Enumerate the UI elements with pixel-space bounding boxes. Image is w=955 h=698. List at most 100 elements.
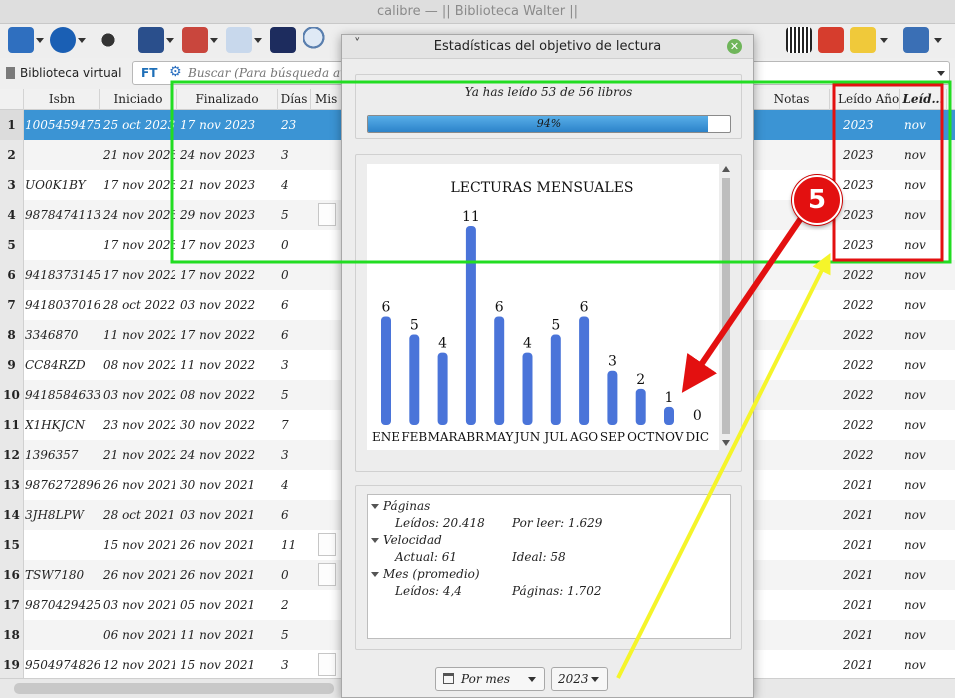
cell-leido-mes: nov — [904, 238, 926, 252]
header-leido-anio[interactable]: Leído Año — [838, 89, 900, 110]
cell-finalizado: 11 nov 2021 — [180, 628, 256, 642]
cell-finalizado: 03 nov 2022 — [180, 298, 256, 312]
cell-dias: 3 — [281, 148, 289, 162]
cell-dias: 6 — [281, 508, 289, 522]
tree-row: Actual: 61 Ideal: 58 — [395, 550, 566, 564]
info-icon[interactable] — [50, 27, 76, 53]
cell-finalizado: 24 nov 2023 — [180, 148, 256, 162]
gear-icon[interactable]: ⚙ — [169, 64, 182, 80]
chevron-down-icon[interactable] — [36, 38, 44, 43]
chevron-down-icon[interactable] — [528, 677, 536, 682]
search-icon[interactable] — [303, 27, 329, 53]
chart-bar-abr — [465, 226, 476, 425]
goodreads-icon[interactable] — [818, 27, 844, 53]
chevron-down-icon[interactable] — [880, 38, 888, 43]
chart-category-label: JUN — [513, 430, 540, 444]
cell-finalizado: 29 nov 2023 — [180, 208, 256, 222]
barcode-icon[interactable] — [786, 27, 812, 53]
cell-iniciado: 26 nov 2021 — [103, 478, 175, 492]
chevron-down-icon[interactable] — [166, 38, 174, 43]
header-notas[interactable]: Notas — [754, 89, 830, 110]
dialog-controls: Por mes 2023 — [342, 665, 753, 693]
header-leido-mes[interactable]: Leíd… — [900, 89, 947, 110]
cell-iniciado: 17 nov 2022 — [103, 268, 175, 282]
convert-icon[interactable] — [95, 27, 121, 53]
chart-category-label: AGO — [569, 430, 598, 444]
cell-isbn — [25, 620, 100, 650]
preview-icon[interactable] — [226, 27, 252, 53]
header-isbn[interactable]: Isbn — [25, 89, 100, 110]
edit-metadata-icon[interactable] — [270, 27, 296, 53]
cell-iniciado: 24 nov 2023 — [103, 208, 175, 222]
chart-scrollbar[interactable] — [720, 164, 732, 450]
view-icon[interactable] — [138, 27, 164, 53]
cell-finalizado: 05 nov 2021 — [180, 598, 256, 612]
expand-triangle-icon[interactable] — [371, 538, 379, 543]
tree-node-paginas[interactable]: Páginas — [368, 498, 728, 515]
tree-node-mes[interactable]: Mes (promedio) — [368, 566, 728, 583]
tree-node-velocidad[interactable]: Velocidad — [368, 532, 728, 549]
chevron-down-icon[interactable] — [937, 71, 945, 76]
remove-icon[interactable] — [182, 27, 208, 53]
cell-dias: 3 — [281, 448, 289, 462]
scrollbar-thumb[interactable] — [14, 683, 334, 694]
chart-category-label: MAR — [428, 430, 459, 444]
cell-finalizado: 30 nov 2022 — [180, 418, 256, 432]
cell-leido-anio: 2022 — [843, 268, 874, 282]
expand-triangle-icon[interactable] — [371, 504, 379, 509]
row-number: 5 — [0, 230, 24, 260]
cell-finalizado: 26 nov 2021 — [180, 568, 256, 582]
virtual-library-button[interactable]: Biblioteca virtual — [6, 66, 121, 80]
cell-finalizado: 17 nov 2023 — [180, 238, 256, 252]
cell-iniciado: 28 oct 2022 — [103, 298, 175, 312]
cell-isbn: UO0K1BY — [25, 178, 86, 192]
cell-isbn: 1005459475 — [25, 118, 100, 132]
cell-dias: 5 — [281, 388, 289, 402]
reading-goal-dialog: ˅ Estadísticas del objetivo de lectura ✕… — [341, 34, 754, 698]
header-dias[interactable]: Días — [278, 89, 311, 110]
chart-value-label: 3 — [608, 354, 617, 370]
year-combo[interactable]: 2023 — [551, 667, 608, 691]
cell-leido-mes: nov — [904, 268, 926, 282]
cell-isbn: 9418584633 — [25, 388, 100, 402]
cell-leido-mes: nov — [904, 388, 926, 402]
chevron-down-icon[interactable] — [210, 38, 218, 43]
close-icon[interactable]: ✕ — [727, 39, 742, 54]
header-iniciado[interactable]: Iniciado — [100, 89, 177, 110]
expand-triangle-icon[interactable] — [371, 572, 379, 577]
chart-category-label: SEP — [600, 430, 625, 444]
scroll-up-icon[interactable] — [722, 166, 730, 172]
cell-leido-anio: 2022 — [843, 328, 874, 342]
fulltext-search-icon[interactable]: FT — [141, 66, 157, 80]
cell-leido-anio: 2021 — [843, 538, 874, 552]
add-book-icon[interactable] — [8, 27, 34, 53]
cell-leido-anio: 2022 — [843, 358, 874, 372]
chart-category-label: JUL — [542, 430, 567, 444]
chevron-down-icon[interactable] — [254, 38, 262, 43]
chevron-down-icon[interactable] — [591, 677, 599, 682]
chart-bar-jul — [550, 334, 561, 425]
chevron-down-icon[interactable] — [934, 38, 942, 43]
cell-iniciado: 03 nov 2021 — [103, 598, 175, 612]
cell-dias: 2 — [281, 598, 289, 612]
tree-row: Leídos: 4,4 Páginas: 1.702 — [395, 584, 602, 598]
goal-group: Ya has leído 53 de 56 libros 94% — [355, 74, 742, 139]
cell-isbn: CC84RZD — [25, 358, 86, 372]
calendar-icon — [443, 673, 454, 684]
cell-dias: 4 — [281, 178, 289, 192]
scrollbar-thumb[interactable] — [722, 178, 730, 434]
dialog-title: Estadísticas del objetivo de lectura — [433, 39, 662, 54]
cover-thumbnail — [318, 653, 336, 676]
row-number: 8 — [0, 320, 24, 350]
cell-leido-mes: nov — [904, 628, 926, 642]
period-combo[interactable]: Por mes — [435, 667, 545, 691]
chart-bar-nov — [664, 406, 674, 425]
cell-isbn: 9870429425 — [25, 598, 100, 612]
header-finalizado[interactable]: Finalizado — [177, 89, 278, 110]
cell-leido-mes: nov — [904, 358, 926, 372]
chart-value-label: 5 — [410, 318, 419, 334]
chevron-down-icon[interactable] — [78, 38, 86, 43]
device-icon[interactable] — [903, 27, 929, 53]
clean-icon[interactable] — [850, 27, 876, 53]
scroll-down-icon[interactable] — [722, 440, 730, 446]
